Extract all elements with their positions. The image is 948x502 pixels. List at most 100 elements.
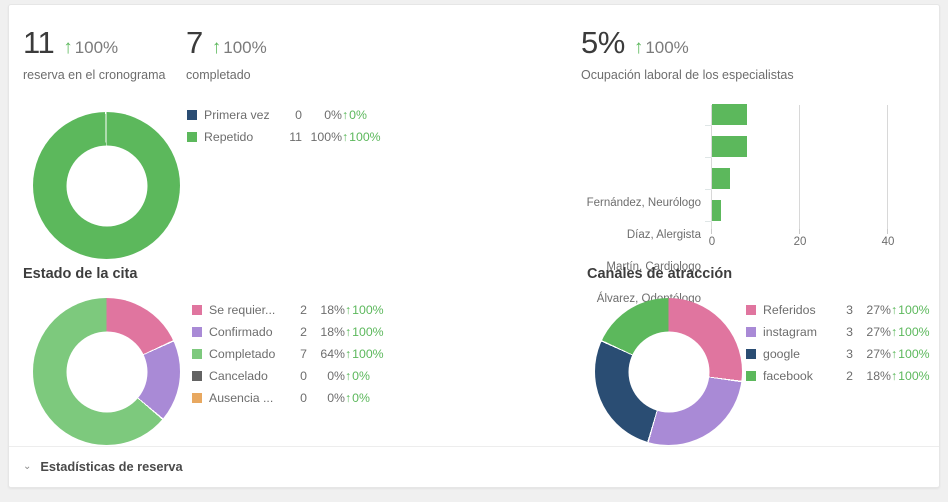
visit-type-donut-chart (33, 112, 180, 259)
legend-count: 2 (300, 303, 307, 317)
donut-hole (66, 145, 147, 226)
trend-up-icon: ↑ (211, 37, 222, 58)
trend-up-icon: ↑ (345, 391, 352, 405)
bar-chart-xtick-label: 40 (881, 236, 895, 248)
legend-percent: 0% (327, 369, 345, 383)
trend-up-icon: ↑ (342, 108, 349, 122)
kpi-value: 11 (23, 25, 55, 60)
donut-hole (628, 331, 709, 412)
legend-label: Se requier... (209, 303, 276, 317)
legend-trend: ↑100% (342, 130, 381, 144)
legend-count: 0 (295, 108, 302, 122)
booking-statistics-label: Estadísticas de reserva (40, 459, 183, 474)
legend-label: facebook (763, 369, 813, 383)
legend-swatch-icon (746, 349, 756, 359)
legend-swatch-icon (187, 132, 197, 142)
visit-type-legend: Primera vez 0 0% ↑0% Repetido 11 100% ↑1… (187, 106, 381, 150)
legend-swatch-icon (192, 349, 202, 359)
legend-trend: ↑100% (891, 347, 930, 361)
chevron-down-icon: ⌄ (23, 461, 32, 472)
trend-up-icon: ↑ (345, 347, 352, 361)
bar-chart-tickmark (711, 229, 712, 234)
legend-label: google (763, 347, 800, 361)
acquisition-channels-donut-chart (595, 298, 742, 445)
legend-item[interactable]: google 3 27% ↑100% (746, 345, 930, 363)
legend-swatch-icon (746, 327, 756, 337)
bar-item[interactable] (712, 136, 747, 157)
legend-item[interactable]: Referidos 3 27% ↑100% (746, 301, 930, 319)
dashboard-card: 11 ↑ 100% reserva en el cronograma 7 ↑ 1… (8, 4, 940, 488)
legend-label: Cancelado (209, 369, 268, 383)
legend-item[interactable]: Ausencia ... 0 0% ↑0% (192, 389, 384, 407)
legend-trend: ↑100% (345, 347, 384, 361)
legend-count: 3 (846, 347, 853, 361)
trend-up-icon: ↑ (63, 37, 73, 58)
kpi-delta: 100% (645, 38, 689, 57)
legend-percent: 18% (320, 303, 345, 317)
bar-chart-minor-tick (705, 125, 712, 126)
legend-percent: 0% (327, 391, 345, 405)
appointment-status-donut-chart (33, 298, 180, 445)
legend-label: Referidos (763, 303, 816, 317)
appointment-status-title: Estado de la cita (23, 266, 138, 282)
trend-up-icon: ↑ (345, 303, 352, 317)
acquisition-channels-title: Canales de atracción (587, 266, 733, 282)
kpi-delta: 100% (74, 38, 119, 57)
legend-trend-value: 0% (349, 108, 367, 122)
legend-item[interactable]: Se requier... 2 18% ↑100% (192, 301, 384, 319)
trend-up-icon: ↑ (345, 369, 352, 383)
bar-chart-tickmark (887, 229, 888, 234)
kpi-label: reserva en el cronograma (23, 68, 166, 82)
legend-item[interactable]: facebook 2 18% ↑100% (746, 367, 930, 385)
legend-item[interactable]: instagram 3 27% ↑100% (746, 323, 930, 341)
legend-trend-value: 100% (898, 303, 930, 317)
legend-trend-value: 0% (352, 391, 370, 405)
bar-chart-minor-tick (705, 157, 712, 158)
trend-up-icon: ↑ (891, 347, 898, 361)
bar-chart-gridline (799, 105, 800, 229)
legend-label: Repetido (204, 130, 254, 144)
legend-trend: ↑100% (345, 303, 384, 317)
bar-category-label: Díaz, Alergista (626, 229, 701, 241)
legend-label: Completado (209, 347, 276, 361)
legend-item[interactable]: Cancelado 0 0% ↑0% (192, 367, 384, 385)
legend-percent: 100% (310, 130, 342, 144)
bar-category-label: Fernández, Neurólogo (586, 197, 701, 209)
legend-item[interactable]: Completado 7 64% ↑100% (192, 345, 384, 363)
trend-up-icon: ↑ (891, 303, 898, 317)
trend-up-icon: ↑ (891, 325, 898, 339)
legend-trend-value: 100% (352, 347, 384, 361)
legend-percent: 27% (866, 325, 891, 339)
trend-up-icon: ↑ (891, 369, 898, 383)
legend-percent: 18% (866, 369, 891, 383)
legend-trend-value: 0% (352, 369, 370, 383)
legend-swatch-icon (192, 371, 202, 381)
legend-trend: ↑0% (345, 391, 370, 405)
legend-count: 11 (289, 130, 302, 144)
bar-item[interactable] (712, 168, 730, 189)
kpi-value-row: 5% ↑ 100% (581, 25, 794, 61)
legend-trend: ↑100% (891, 369, 930, 383)
bar-chart-minor-tick (705, 221, 712, 222)
legend-swatch-icon (746, 305, 756, 315)
appointment-status-legend: Se requier... 2 18% ↑100% Confirmado 2 1… (192, 301, 384, 411)
legend-trend-value: 100% (352, 325, 384, 339)
legend-trend-value: 100% (898, 369, 930, 383)
legend-count: 0 (300, 391, 307, 405)
legend-trend: ↑0% (342, 108, 367, 122)
bar-item[interactable] (712, 200, 721, 221)
legend-trend: ↑100% (345, 325, 384, 339)
legend-item[interactable]: Primera vez 0 0% ↑0% (187, 106, 381, 124)
legend-percent: 18% (320, 325, 345, 339)
legend-item[interactable]: Repetido 11 100% ↑100% (187, 128, 381, 146)
booking-statistics-toggle[interactable]: ⌄ Estadísticas de reserva (23, 459, 183, 474)
legend-trend: ↑0% (345, 369, 370, 383)
legend-label: Primera vez (204, 108, 270, 122)
kpi-specialist-occupancy: 5% ↑ 100% Ocupación laboral de los espec… (581, 25, 794, 82)
bar-chart-xtick-label: 20 (793, 236, 807, 248)
bar-item[interactable] (712, 104, 747, 125)
legend-swatch-icon (187, 110, 197, 120)
bar-chart-minor-tick (705, 189, 712, 190)
kpi-value: 5% (581, 25, 625, 60)
legend-item[interactable]: Confirmado 2 18% ↑100% (192, 323, 384, 341)
